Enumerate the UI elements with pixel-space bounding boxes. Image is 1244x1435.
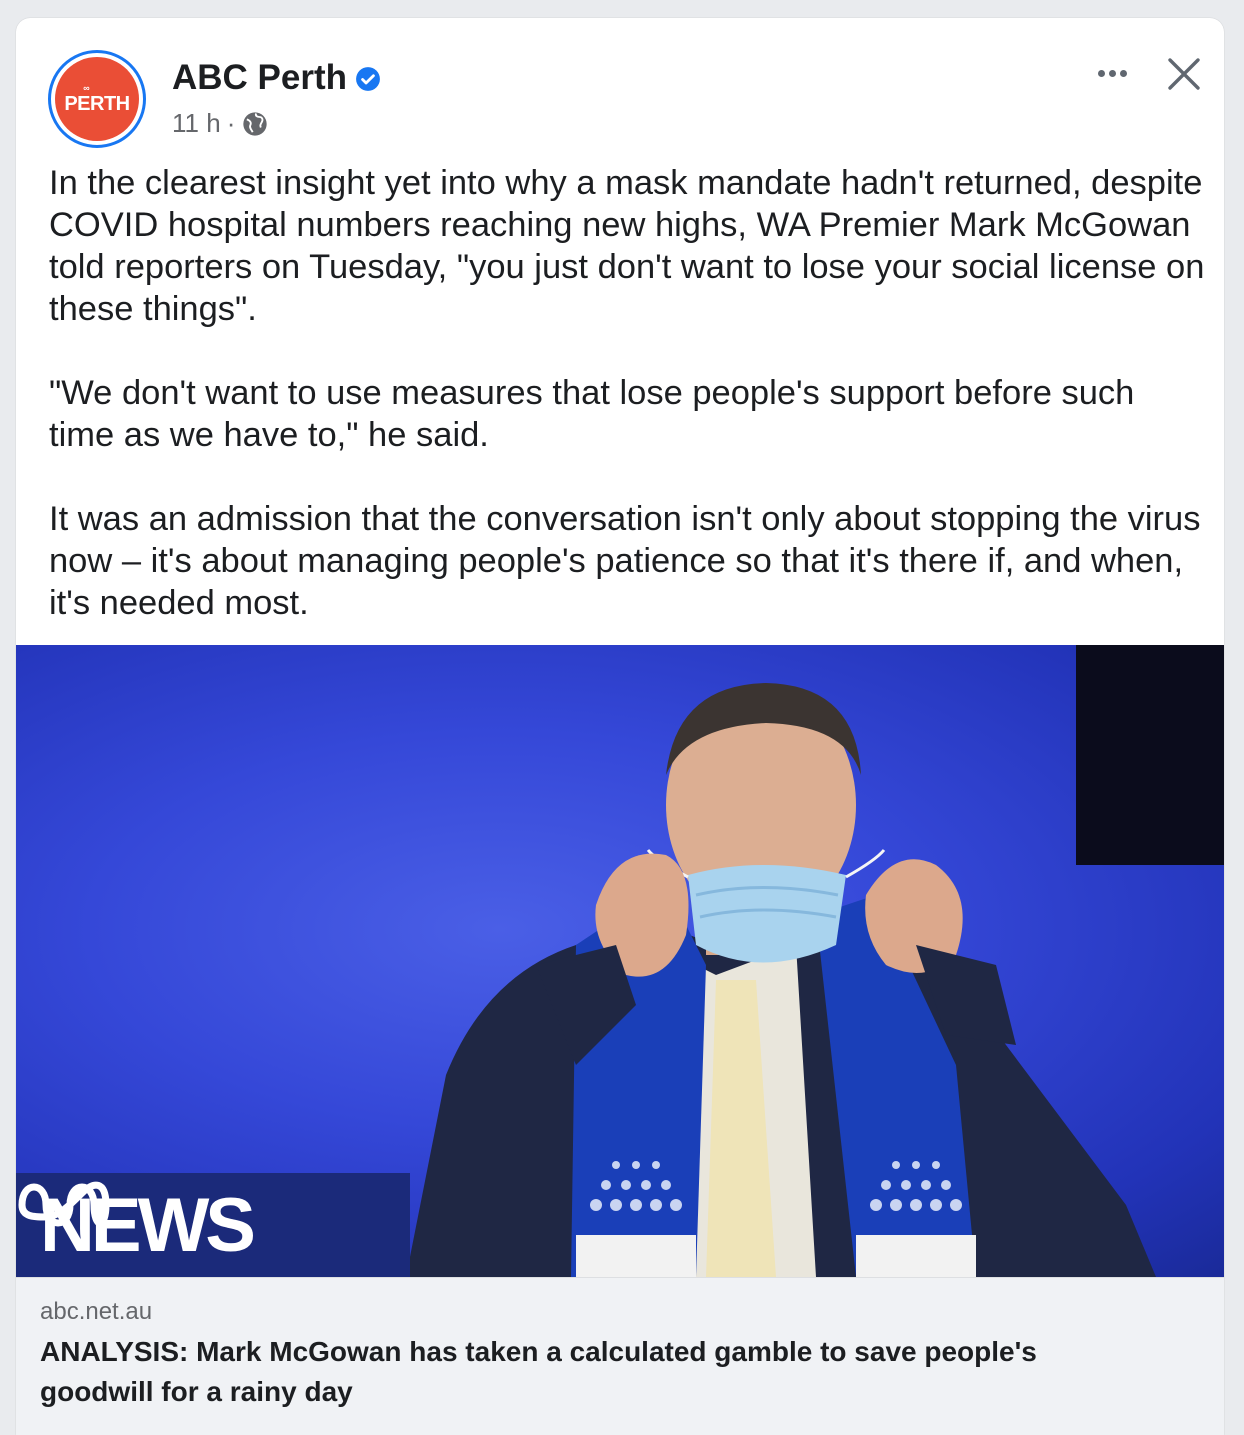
link-title[interactable]: ANALYSIS: Mark McGowan has taken a calcu… [40, 1332, 1140, 1412]
globe-icon [243, 111, 268, 136]
abc-mark-icon: ∞ [83, 82, 90, 93]
dot-icon [1097, 69, 1105, 77]
avatar-text: PERTH [64, 92, 130, 115]
post-body: In the clearest insight yet into why a m… [49, 162, 1209, 624]
dot-icon [1108, 69, 1116, 77]
timestamp[interactable]: 11 h [172, 108, 221, 139]
post-paragraph: "We don't want to use measures that lose… [49, 374, 1135, 454]
post-paragraph: In the clearest insight yet into why a m… [49, 164, 1205, 328]
abc-lissajous-icon [18, 1181, 110, 1227]
page-avatar[interactable]: ∞ PERTH [48, 50, 146, 148]
page-name[interactable]: ABC Perth [172, 58, 381, 98]
meta-separator: · [226, 108, 236, 138]
page-name-text[interactable]: ABC Perth [172, 58, 347, 98]
abc-news-watermark: NEWS [16, 1173, 410, 1277]
post-card: ∞ PERTH ABC Perth 11 h · In the clearest… [16, 18, 1224, 1435]
abc-perth-logo: ∞ PERTH [55, 57, 139, 141]
more-options-button[interactable] [1090, 60, 1134, 86]
post-meta: 11 h · [172, 108, 269, 139]
link-preview[interactable]: abc.net.au ANALYSIS: Mark McGowan has ta… [16, 1277, 1224, 1435]
verified-badge-icon [356, 67, 380, 91]
dot-icon [1119, 69, 1127, 77]
link-domain: abc.net.au [40, 1298, 153, 1325]
post-paragraph: It was an admission that the conversatio… [49, 500, 1201, 622]
post-image[interactable]: NEWS [16, 645, 1224, 1277]
close-icon[interactable] [1164, 54, 1204, 94]
